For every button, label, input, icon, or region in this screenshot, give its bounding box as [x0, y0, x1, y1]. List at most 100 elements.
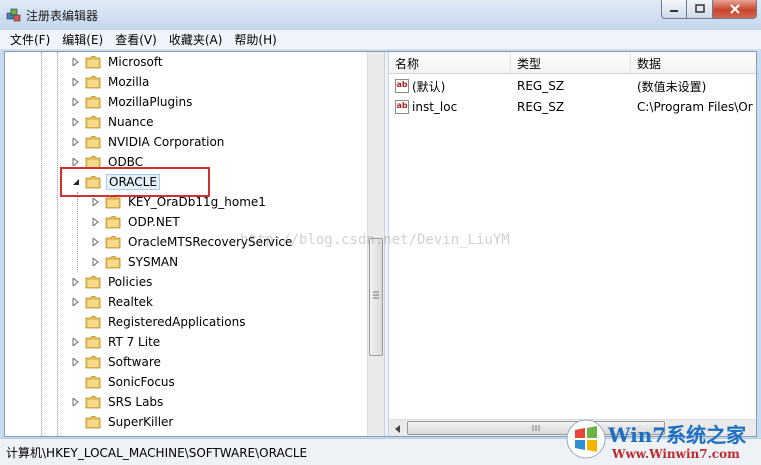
tree-scroll-thumb[interactable] [369, 238, 383, 356]
tree-node-label: SYSMAN [128, 255, 179, 269]
tree-node-label: Microsoft [108, 55, 163, 69]
folder-icon [105, 236, 121, 249]
menu-favorites[interactable]: 收藏夹(A) [163, 31, 229, 48]
tree-node[interactable]: NVIDIA Corporation [71, 132, 226, 152]
tree-node-label: SRS Labs [108, 395, 164, 409]
string-value-icon: ab [395, 100, 409, 114]
value-name: inst_loc [412, 100, 458, 114]
folder-icon [105, 256, 121, 269]
list-scroll-thumb[interactable] [407, 421, 665, 435]
expand-arrow-icon[interactable] [71, 338, 80, 347]
list-item[interactable]: ab inst_loc REG_SZ C:\Program Files\Or [389, 97, 755, 117]
tree-node[interactable]: Nuance [71, 112, 156, 132]
tree-node-label: NVIDIA Corporation [108, 135, 225, 149]
expand-arrow-icon[interactable] [71, 298, 80, 307]
arrow-left-icon [394, 424, 400, 433]
expand-arrow-icon[interactable] [91, 238, 100, 247]
expand-arrow-icon[interactable] [91, 198, 100, 207]
folder-icon [85, 136, 101, 149]
list-horizontal-scrollbar[interactable] [389, 419, 756, 436]
tree-node[interactable]: MozillaPlugins [71, 92, 194, 112]
tree-node[interactable]: Microsoft [71, 52, 165, 72]
folder-icon [85, 316, 101, 329]
expand-arrow-icon[interactable] [71, 58, 80, 67]
registry-tree[interactable]: Microsoft Mozilla MozillaPlugins Nuance NVID… [5, 52, 384, 436]
tree-node[interactable]: Realtek [71, 292, 155, 312]
folder-icon [85, 396, 101, 409]
expand-arrow-icon[interactable] [71, 278, 80, 287]
expand-arrow-icon[interactable] [71, 398, 80, 407]
scroll-left-button[interactable] [389, 420, 406, 436]
expand-arrow-icon[interactable] [71, 138, 80, 147]
value-name: (默认) [412, 79, 446, 94]
list-item[interactable]: ab (默认) REG_SZ (数值未设置) [389, 76, 756, 96]
tree-node-label: Mozilla [108, 75, 150, 89]
folder-icon [85, 96, 101, 109]
menu-bar: 文件(F) 编辑(E) 查看(V) 收藏夹(A) 帮助(H) [0, 30, 761, 50]
tree-node[interactable]: Mozilla [71, 72, 151, 92]
tree-node[interactable]: SonicFocus [71, 372, 177, 392]
tree-node[interactable]: RegisteredApplications [71, 312, 247, 332]
tree-node-label: SonicFocus [108, 375, 175, 389]
column-data-header[interactable]: 数据 [631, 52, 756, 74]
folder-icon [105, 216, 121, 229]
menu-view[interactable]: 查看(V) [109, 31, 163, 48]
tree-node[interactable]: SRS Labs [71, 392, 165, 412]
status-path: 计算机\HKEY_LOCAL_MACHINE\SOFTWARE\ORACLE [6, 445, 308, 460]
expand-arrow-icon[interactable] [71, 78, 80, 87]
tree-node[interactable]: SuperKiller [71, 412, 175, 432]
column-name-header[interactable]: 名称 [389, 52, 511, 74]
tree-node-label: SuperKiller [108, 415, 174, 429]
tree-node-label: Realtek [108, 295, 153, 309]
close-button[interactable] [713, 0, 757, 19]
value-data: (数值未设置) [637, 79, 707, 94]
folder-icon [85, 296, 101, 309]
value-list[interactable]: 名称 类型 数据 ab (默认) REG_SZ (数值未设置) ab inst_… [389, 52, 756, 436]
status-bar: 计算机\HKEY_LOCAL_MACHINE\SOFTWARE\ORACLE [0, 438, 761, 465]
folder-icon [85, 416, 101, 429]
tree-node[interactable]: ODP.NET [91, 212, 182, 232]
minimize-button[interactable] [661, 0, 687, 19]
tree-node[interactable]: Software [71, 352, 163, 372]
expand-arrow-icon[interactable] [71, 158, 80, 167]
tree-guide-line [41, 52, 42, 436]
folder-icon [85, 56, 101, 69]
folder-icon [85, 276, 101, 289]
expand-arrow-icon[interactable] [91, 218, 100, 227]
string-value-icon: ab [395, 79, 409, 93]
expand-arrow-icon[interactable] [91, 258, 100, 267]
main-panes: Microsoft Mozilla MozillaPlugins Nuance NVID… [4, 51, 757, 437]
list-header: 名称 类型 数据 [389, 52, 756, 74]
menu-file[interactable]: 文件(F) [4, 31, 56, 48]
tree-guide-line [57, 52, 58, 436]
tree-node[interactable]: OracleMTSRecoveryService [91, 232, 294, 252]
column-type-header[interactable]: 类型 [511, 52, 631, 74]
folder-icon [85, 336, 101, 349]
tree-node[interactable]: RT 7 Lite [71, 332, 162, 352]
expand-arrow-icon[interactable] [71, 358, 80, 367]
grip-icon [373, 291, 379, 299]
highlight-annotation [60, 167, 210, 197]
value-data: C:\Program Files\Or [637, 100, 753, 114]
window-controls [661, 0, 757, 20]
expand-arrow-icon[interactable] [71, 98, 80, 107]
tree-guide-line [77, 192, 78, 272]
folder-icon [85, 116, 101, 129]
tree-node[interactable]: SYSMAN [91, 252, 180, 272]
tree-node[interactable]: Policies [71, 272, 154, 292]
expand-arrow-icon[interactable] [71, 118, 80, 127]
title-bar: 注册表编辑器 [0, 0, 761, 30]
menu-edit[interactable]: 编辑(E) [56, 31, 109, 48]
tree-vertical-scrollbar[interactable] [367, 52, 384, 436]
close-icon [729, 4, 740, 14]
tree-node-label: RT 7 Lite [108, 335, 161, 349]
tree-node-label: Software [108, 355, 161, 369]
menu-help[interactable]: 帮助(H) [228, 31, 282, 48]
folder-icon [105, 196, 121, 209]
maximize-button[interactable] [687, 0, 713, 19]
minimize-icon [670, 10, 678, 12]
tree-node-label: OracleMTSRecoveryService [128, 235, 293, 249]
